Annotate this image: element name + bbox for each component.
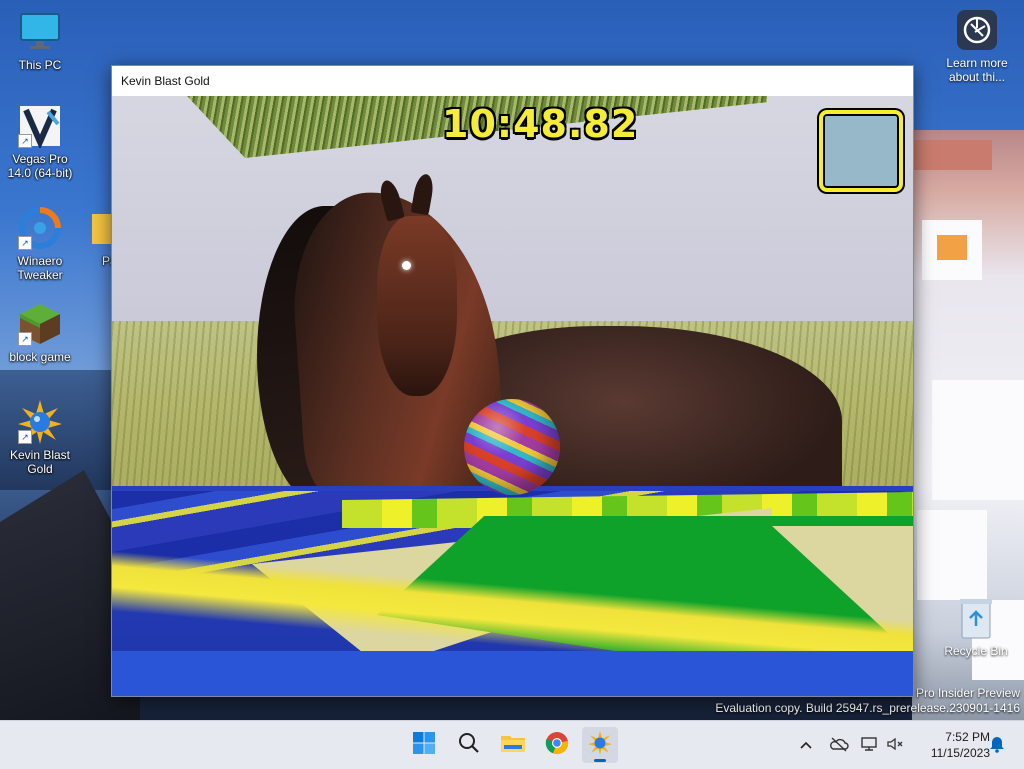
horse-ear [410, 172, 436, 216]
game-viewport[interactable]: 10:48.82 [112, 96, 913, 696]
volume-status[interactable] [884, 721, 906, 769]
camera-aperture-icon [957, 10, 997, 50]
chrome-button[interactable] [539, 727, 575, 763]
desktop-icon-this-pc[interactable]: This PC [2, 10, 78, 72]
horse-eye [402, 261, 411, 270]
desktop-icon-block-game[interactable]: ↗ block game [2, 302, 78, 364]
chrome-icon [545, 731, 569, 760]
recycle-bin-label: Recycle Bin [944, 644, 1008, 658]
kevin-blast-icon [588, 730, 612, 760]
desktop-icon-label: This PC [18, 58, 62, 72]
onedrive-status[interactable] [826, 721, 852, 769]
chevron-up-icon [799, 737, 813, 753]
grass-block-icon: ↗ [18, 302, 62, 346]
network-status[interactable] [858, 721, 880, 769]
blue-floor-bottom [112, 651, 913, 696]
desktop-icon-winaero[interactable]: ↗ Winaero Tweaker [2, 206, 78, 282]
kevin-blast-gold-icon: ↗ [18, 400, 62, 444]
taskbar: 7:52 PM 11/15/2023 [0, 720, 1024, 769]
clock-time: 7:52 PM [945, 730, 990, 744]
desktop-icon-label: Kevin Blast Gold [9, 448, 71, 476]
shortcut-arrow-icon: ↗ [18, 430, 32, 444]
watermark-line-2: Evaluation copy. Build 25947.rs_prerelea… [715, 701, 1020, 715]
file-explorer-icon [500, 731, 526, 760]
notification-center-button[interactable] [986, 721, 1008, 769]
volume-icon [886, 736, 904, 755]
player-ball [464, 399, 560, 495]
window-title: Kevin Blast Gold [121, 74, 210, 88]
vegas-pro-icon: ↗ [18, 104, 62, 150]
desktop-icon-recycle-bin[interactable]: Recycle Bin [940, 596, 1012, 658]
desktop-icon-label: Vegas Pro 14.0 (64-bit) [7, 152, 73, 180]
winaero-tweaker-icon: ↗ [18, 206, 62, 250]
game-window[interactable]: Kevin Blast Gold 10:48.82 [111, 65, 914, 697]
clock-date: 11/15/2023 [930, 746, 990, 760]
shortcut-arrow-icon: ↗ [18, 134, 32, 148]
desktop-icon-label: Winaero Tweaker [17, 254, 63, 282]
search-icon [457, 731, 481, 760]
system-clock[interactable]: 7:52 PM 11/15/2023 [910, 729, 990, 761]
onedrive-icon [829, 736, 849, 755]
monitor-icon [18, 10, 62, 54]
learn-more-about-picture[interactable]: Learn more about thi... [937, 10, 1017, 84]
shortcut-arrow-icon: ↗ [18, 236, 32, 250]
search-button[interactable] [451, 727, 487, 763]
notification-icon [989, 735, 1005, 756]
desktop-icon-vegas-pro[interactable]: ↗ Vegas Pro 14.0 (64-bit) [2, 104, 78, 180]
game-timer: 10:48.82 [442, 102, 639, 146]
window-title-bar[interactable]: Kevin Blast Gold [112, 66, 913, 96]
desktop-icon-label: block game [9, 350, 71, 364]
learn-more-label: Learn more about thi... [946, 56, 1008, 84]
game-minimap [819, 110, 903, 192]
horse-head [377, 216, 457, 396]
folder-icon [92, 206, 112, 250]
network-icon [860, 736, 878, 755]
desktop-icon-kevin-blast-gold[interactable]: ↗ Kevin Blast Gold [2, 400, 78, 476]
start-button[interactable] [406, 727, 442, 763]
show-hidden-icons-button[interactable] [796, 721, 816, 769]
file-explorer-button[interactable] [495, 727, 531, 763]
recycle-bin-icon [956, 596, 996, 640]
kevin-blast-gold-taskbar-button[interactable] [582, 727, 618, 763]
start-icon [412, 731, 436, 760]
shortcut-arrow-icon: ↗ [18, 332, 32, 346]
